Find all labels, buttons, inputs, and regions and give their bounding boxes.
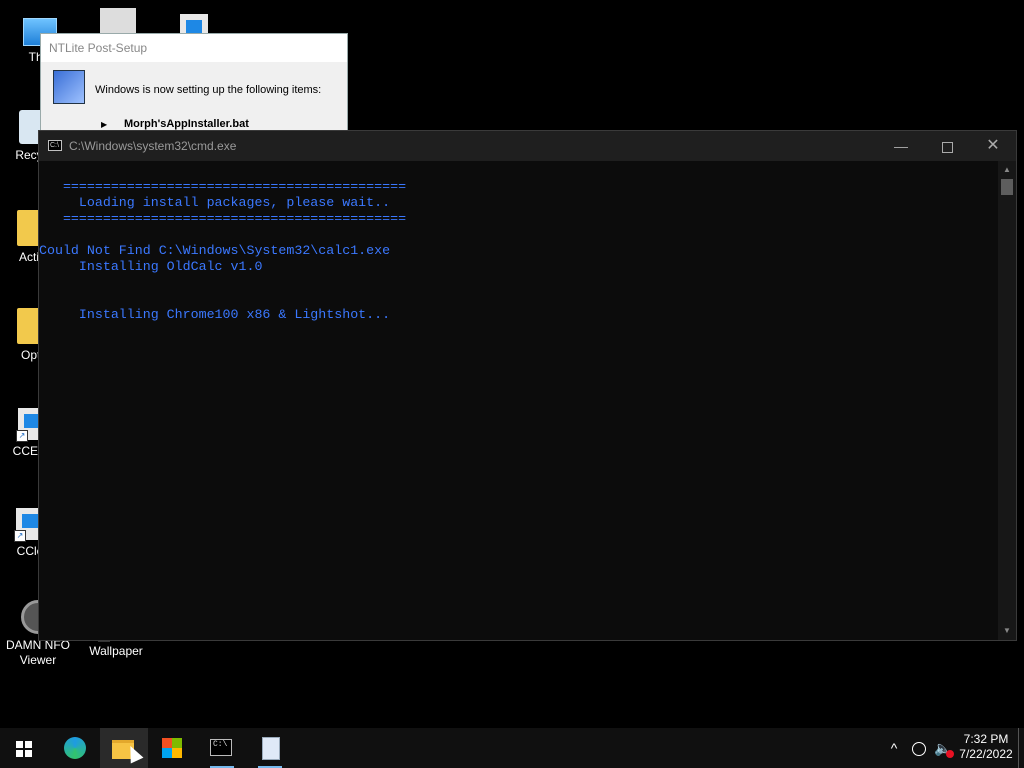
close-button[interactable]: ✕: [970, 131, 1016, 161]
scroll-down-icon[interactable]: ▼: [998, 624, 1016, 638]
cmd-window[interactable]: C:\ C:\Windows\system32\cmd.exe — ✕ ====…: [38, 130, 1017, 641]
clock[interactable]: 7:32 PM 7/22/2022: [956, 728, 1016, 768]
clock-date: 7/22/2022: [959, 747, 1013, 761]
notepad-icon: [262, 737, 280, 760]
cmd-app-icon: C:\: [48, 140, 62, 151]
edge-icon: [64, 737, 86, 759]
taskbar: C:\ ^ 🔈 7:32 PM 7/22/2022: [0, 728, 1024, 768]
maximize-icon: [941, 141, 953, 153]
start-button[interactable]: [0, 728, 48, 768]
cmd-titlebar[interactable]: C:\ C:\Windows\system32\cmd.exe — ✕: [39, 131, 1016, 161]
ntlite-current-item: Morph'sAppInstaller.bat: [124, 118, 249, 130]
store-icon: [162, 738, 182, 758]
network-icon[interactable]: [906, 728, 932, 768]
setup-computer-icon: [53, 70, 85, 104]
scroll-up-icon[interactable]: ▲: [998, 163, 1016, 177]
desktop-icon-label: DAMN NFO Viewer: [6, 638, 70, 667]
console-line: ========================================…: [39, 211, 407, 226]
console-line: Installing OldCalc v1.0: [39, 259, 263, 274]
muted-x-icon: [946, 750, 954, 758]
taskbar-notepad[interactable]: [246, 728, 294, 768]
console-scrollbar[interactable]: ▲ ▼: [998, 161, 1016, 640]
windows-logo-icon: [16, 741, 32, 757]
clock-time: 7:32 PM: [963, 732, 1009, 746]
current-item-arrow-icon: ▶: [101, 120, 108, 129]
console-output[interactable]: ========================================…: [39, 161, 998, 640]
ntlite-window-title: NTLite Post-Setup: [41, 34, 347, 62]
tray-overflow-chevron[interactable]: ^: [884, 728, 904, 768]
show-desktop-button[interactable]: [1018, 728, 1024, 768]
maximize-button[interactable]: [924, 131, 970, 161]
shortcut-arrow-icon: ↗: [14, 530, 26, 542]
cmd-window-title: C:\Windows\system32\cmd.exe: [69, 139, 237, 153]
taskbar-edge[interactable]: [50, 728, 98, 768]
taskbar-cmd[interactable]: C:\: [198, 728, 246, 768]
clapperboard-icon: [100, 8, 136, 34]
console-line: Installing Chrome100 x86 & Lightshot...: [39, 307, 391, 322]
console-line: ========================================…: [39, 179, 407, 194]
minimize-button[interactable]: —: [878, 131, 924, 161]
console-line: Loading install packages, please wait..: [39, 195, 391, 210]
ntlite-message: Windows is now setting up the following …: [95, 84, 322, 96]
taskbar-store[interactable]: [148, 728, 196, 768]
ntlite-post-setup-window[interactable]: NTLite Post-Setup Windows is now setting…: [40, 33, 348, 143]
desktop-icon-label: Wallpaper: [89, 644, 143, 658]
scroll-thumb[interactable]: [1001, 179, 1013, 195]
console-line: Could Not Find C:\Windows\System32\calc1…: [39, 243, 391, 258]
terminal-icon: C:\: [210, 739, 232, 756]
shortcut-arrow-icon: ↗: [16, 430, 28, 442]
volume-icon[interactable]: 🔈: [932, 728, 954, 768]
